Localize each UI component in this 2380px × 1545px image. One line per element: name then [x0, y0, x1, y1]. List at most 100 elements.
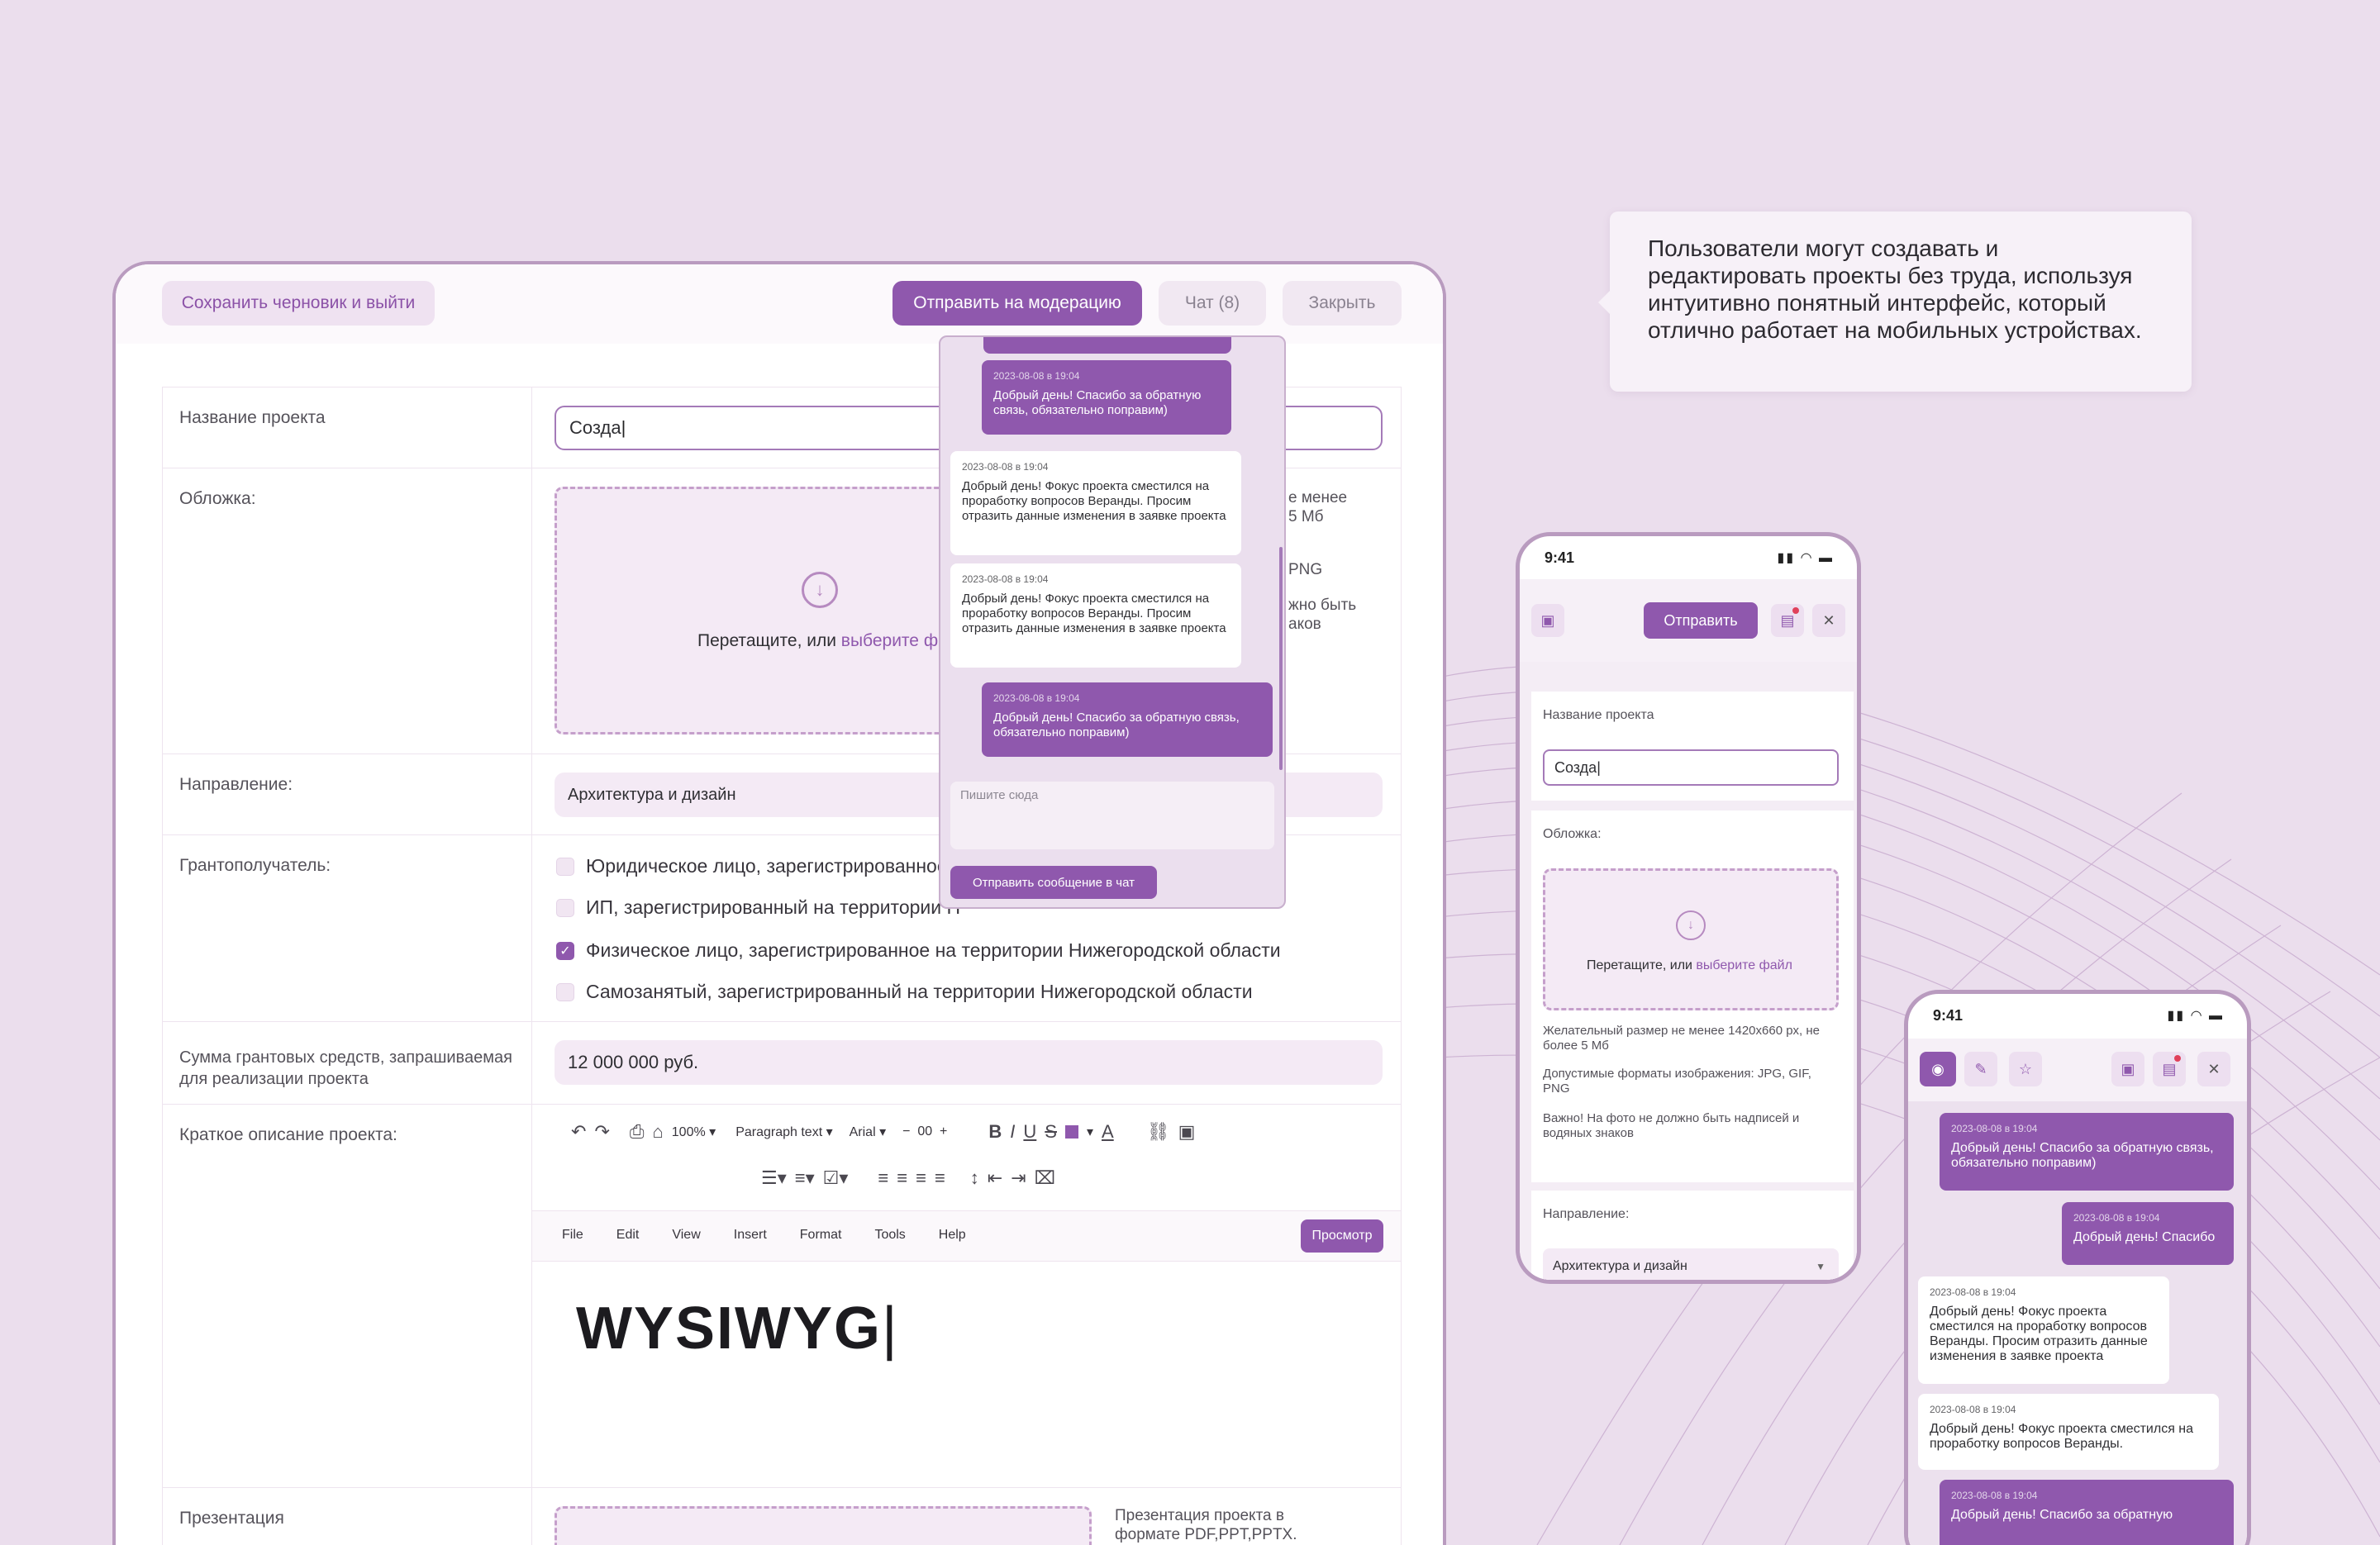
checkbox[interactable]	[556, 898, 574, 917]
clear-format-icon[interactable]: ⌧	[1035, 1167, 1055, 1189]
send-button[interactable]: Отправить	[1644, 602, 1758, 639]
redo-icon[interactable]: ↷	[594, 1121, 609, 1143]
align-justify-icon[interactable]: ≡	[935, 1167, 945, 1189]
dropzone-text: Перетащите, или выберите файл	[697, 631, 968, 650]
cloud-download-icon: ↓	[802, 572, 838, 608]
checkbox-checked[interactable]: ✓	[556, 941, 574, 960]
bold-icon[interactable]: B	[988, 1121, 1002, 1143]
zoom-select[interactable]: 100% ▾	[672, 1124, 716, 1140]
italic-icon[interactable]: I	[1010, 1121, 1015, 1143]
status-icons: ▮▮ ◠ ▬	[1777, 551, 1834, 565]
chat-icon[interactable]: ▤	[1771, 604, 1804, 637]
direction-select[interactable]: Архитектура и дизайн ▼	[1543, 1248, 1839, 1280]
grantee-option-selfemployed[interactable]: Самозанятый, зарегистрированный на терри…	[556, 981, 1253, 1003]
star-icon[interactable]: ☆	[2009, 1052, 2042, 1086]
chat-button[interactable]: Чат (8)	[1159, 281, 1266, 326]
preview-button[interactable]: Просмотр	[1301, 1219, 1383, 1253]
undo-icon[interactable]: ↶	[571, 1121, 586, 1143]
presentation-dropzone[interactable]	[555, 1506, 1092, 1545]
paragraph-style-select[interactable]: Paragraph text ▾	[735, 1124, 832, 1140]
chat-input[interactable]: Пишите сюда	[950, 782, 1274, 849]
send-chat-message-button[interactable]: Отправить сообщение в чат	[950, 866, 1157, 899]
editor-toolbar-row1: ↶ ↷ ⎙ ⌂ 100% ▾ Paragraph text ▾ Arial ▾ …	[571, 1121, 1196, 1143]
row-description: Краткое описание проекта: ↶ ↷ ⎙ ⌂ 100% ▾…	[163, 1105, 1401, 1488]
underline-icon[interactable]: U	[1023, 1121, 1036, 1143]
chat-message-out: 2023-08-08 в 19:04 Добрый день! Спасибо з…	[1940, 1480, 2234, 1545]
phone-row-direction: Направление: Архитектура и дизайн ▼	[1531, 1191, 1854, 1280]
format-painter-icon[interactable]: ⌂	[652, 1121, 663, 1143]
direction-label: Направление:	[1543, 1207, 1630, 1221]
cover-hint-watermark: Важно! На фото не должно быть надписей и…	[1543, 1111, 1800, 1140]
row-sum: Сумма грантовых средств, запрашиваемая д…	[163, 1022, 1401, 1105]
chat-message-partial	[983, 337, 1231, 354]
checkbox[interactable]	[556, 982, 574, 1001]
save-icon[interactable]: ▣	[2111, 1052, 2144, 1086]
project-name-input[interactable]: Созда |	[1543, 749, 1839, 786]
cover-hint-watermark: жно быть аков	[1288, 597, 1357, 633]
chat-scrollbar[interactable]	[1279, 547, 1283, 770]
chat-message-in: 2023-08-08 в 19:04 Добрый день! Фокус про…	[1918, 1394, 2219, 1470]
description-label: Краткое описание проекта:	[179, 1125, 397, 1144]
text-color-icon[interactable]	[1064, 1125, 1078, 1139]
menu-tools[interactable]: Tools	[874, 1228, 905, 1242]
grantee-label: Грантополучатель:	[179, 856, 331, 875]
chat-message-in: 2023-08-08 в 19:04 Добрый день! Фокус про…	[950, 563, 1241, 668]
bullet-list-icon[interactable]: ☰▾	[761, 1167, 787, 1189]
align-left-icon[interactable]: ≡	[878, 1167, 888, 1189]
font-select[interactable]: Arial ▾	[850, 1124, 887, 1140]
checklist-icon[interactable]: ☑▾	[823, 1167, 849, 1189]
choose-file-link[interactable]: выберите файл	[1696, 958, 1792, 972]
indent-icon[interactable]: ⇥	[1011, 1167, 1026, 1189]
align-center-icon[interactable]: ≡	[897, 1167, 907, 1189]
highlight-icon[interactable]: A	[1102, 1121, 1114, 1143]
cover-dropzone[interactable]: ↓ Перетащите, или выберите файл	[555, 487, 968, 734]
cover-dropzone[interactable]: ↓ Перетащите, или выберите файл	[1543, 868, 1839, 1010]
menu-file[interactable]: File	[562, 1228, 583, 1242]
cover-label: Обложка:	[1543, 827, 1602, 841]
close-icon[interactable]: ✕	[1812, 604, 1845, 637]
close-button[interactable]: Закрыть	[1283, 281, 1402, 326]
dropzone-text: Перетащите, или выберите файл	[1587, 958, 1792, 972]
menu-format[interactable]: Format	[800, 1228, 842, 1242]
phone-toolbar: ◉ ✎ ☆ ▣ ▤ ✕	[1908, 1039, 2247, 1101]
phone-editor: 9:41 ▮▮ ◠ ▬ ▣ Отправить ▤ ✕ Название про…	[1516, 532, 1861, 1284]
chat-message-out: 2023-08-08 в 19:04 Добрый день! Спасибо з…	[982, 360, 1231, 435]
strikethrough-icon[interactable]: S	[1045, 1121, 1057, 1143]
align-right-icon[interactable]: ≡	[916, 1167, 926, 1189]
phone-chat-list: 2023-08-08 в 19:04 Добрый день! Спасибо з…	[1908, 1101, 2247, 1545]
save-icon[interactable]: ▣	[1531, 604, 1564, 637]
sum-input[interactable]: 12 000 000 руб.	[555, 1040, 1383, 1085]
menu-insert[interactable]: Insert	[734, 1228, 767, 1242]
pencil-icon[interactable]: ✎	[1964, 1052, 1997, 1086]
line-height-icon[interactable]: ↕	[970, 1167, 979, 1189]
project-name-label: Название проекта	[179, 408, 326, 427]
chat-message-out: 2023-08-08 в 19:04 Добрый день! Спасибо з…	[1940, 1113, 2234, 1191]
numbered-list-icon[interactable]: ≡▾	[795, 1167, 815, 1189]
outdent-icon[interactable]: ⇤	[988, 1167, 1002, 1189]
grantee-option-legal[interactable]: Юридическое лицо, зарегистрированное н	[556, 855, 964, 877]
menu-help[interactable]: Help	[939, 1228, 966, 1242]
menu-edit[interactable]: Edit	[616, 1228, 640, 1242]
phone-toolbar: ▣ Отправить ▤ ✕	[1520, 579, 1857, 662]
chat-icon[interactable]: ▤	[2153, 1052, 2186, 1086]
send-moderation-button[interactable]: Отправить на модерацию	[892, 281, 1142, 326]
editor-menubar: File Edit View Insert Format Tools Help Просмо…	[532, 1210, 1401, 1262]
menu-view[interactable]: View	[672, 1228, 700, 1242]
grantee-option-individual[interactable]: ✓ Физическое лицо, зарегистрированное на …	[556, 939, 1281, 962]
link-icon[interactable]: ⛓	[1147, 1121, 1170, 1143]
font-size-stepper[interactable]: − 00 +	[902, 1124, 947, 1139]
eye-icon[interactable]: ◉	[1920, 1052, 1956, 1086]
tooltip-text: Пользователи могут создавать и редактиро…	[1648, 235, 2142, 343]
cover-hint-formats: Допустимые форматы изображения: JPG, GIF…	[1543, 1067, 1811, 1096]
close-icon[interactable]: ✕	[2197, 1052, 2230, 1086]
editor-content[interactable]: WYSIWYG|	[576, 1295, 899, 1362]
image-icon[interactable]: ▣	[1178, 1121, 1196, 1143]
project-name-label: Название проекта	[1543, 708, 1654, 722]
chat-message-out: 2023-08-08 в 19:04 Добрый день! Спасибо з…	[982, 682, 1273, 757]
row-presentation: Презентация Презентация проекта в формат…	[163, 1488, 1401, 1545]
save-draft-button[interactable]: Сохранить черновик и выйти	[162, 281, 435, 326]
checkbox[interactable]	[556, 857, 574, 876]
grantee-option-ip[interactable]: ИП, зарегистрированный на территории Н	[556, 896, 960, 919]
phone-row-cover: Обложка: ↓ Перетащите, или выберите файл…	[1531, 811, 1854, 1182]
print-icon[interactable]: ⎙	[630, 1121, 645, 1143]
